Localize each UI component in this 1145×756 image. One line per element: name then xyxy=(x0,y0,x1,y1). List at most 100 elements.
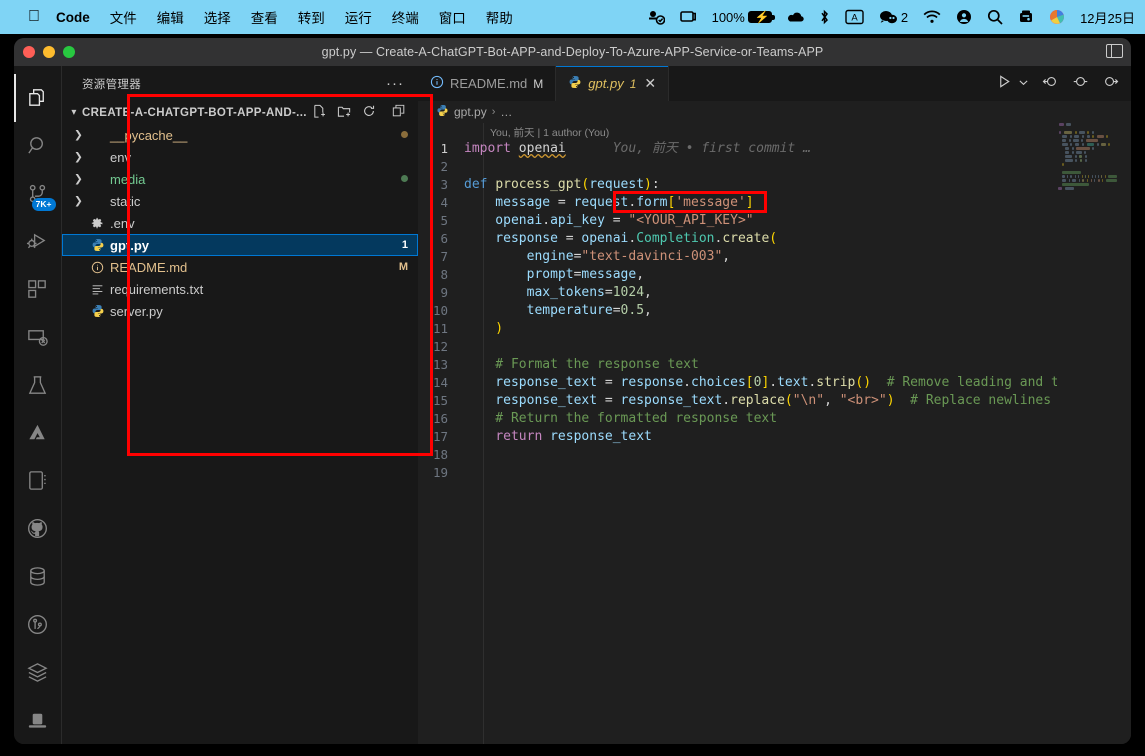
file-tree-item-server-py[interactable]: server.py xyxy=(62,300,418,322)
file-tree-item-env[interactable]: .env xyxy=(62,212,418,234)
maximize-window-button[interactable] xyxy=(63,46,75,58)
menu-item-code[interactable]: Code xyxy=(56,10,90,25)
step-into-icon[interactable] xyxy=(1102,74,1119,94)
code-line[interactable]: 8 prompt=message, xyxy=(418,266,1131,284)
activity-bar-item-source-control[interactable]: 7K+ xyxy=(14,170,62,218)
window-controls[interactable] xyxy=(23,46,75,58)
code-line[interactable]: 1 import openai You, 前天 • first commit … xyxy=(418,140,1131,158)
chevron-down-icon[interactable] xyxy=(1018,75,1029,93)
code-line[interactable]: 3 def process_gpt(request): xyxy=(418,176,1131,194)
file-tree-item-pycache[interactable]: ❯ __pycache__ xyxy=(62,124,418,146)
close-window-button[interactable] xyxy=(23,46,35,58)
code-line[interactable]: 6 response = openai.Completion.create( xyxy=(418,230,1131,248)
minimize-window-button[interactable] xyxy=(43,46,55,58)
activity-bar-item-database[interactable] xyxy=(14,553,62,601)
activity-bar-item-search[interactable] xyxy=(14,122,62,170)
code-text: response_text = response_text.replace("\… xyxy=(464,393,1129,408)
chevron-right-icon[interactable]: ❯ xyxy=(74,173,91,185)
wifi-icon[interactable] xyxy=(923,10,941,24)
play-icon[interactable] xyxy=(997,74,1012,94)
activity-bar-item-explorer[interactable] xyxy=(14,74,62,122)
step-back-icon[interactable] xyxy=(1042,74,1059,94)
minimap-line xyxy=(1057,159,1117,162)
breadcrumb[interactable]: gpt.py › … xyxy=(418,101,1131,123)
file-tree-item-requirements-txt[interactable]: requirements.txt xyxy=(62,278,418,300)
code-line[interactable]: 17 return response_text xyxy=(418,428,1131,446)
menu-item-select[interactable]: 选择 xyxy=(204,7,231,27)
explorer-more-actions-button[interactable]: ··· xyxy=(386,76,410,91)
menu-item-help[interactable]: 帮助 xyxy=(486,7,513,27)
activity-bar-item-github[interactable] xyxy=(14,505,62,553)
breadcrumb-rest[interactable]: … xyxy=(500,105,512,119)
code-editor[interactable]: You, 前天 | 1 author (You) 1 import openai … xyxy=(418,123,1131,744)
code-line[interactable]: 11 ) xyxy=(418,320,1131,338)
menubar-date[interactable]: 12月25日 xyxy=(1080,8,1135,27)
menu-item-edit[interactable]: 编辑 xyxy=(157,7,184,27)
menu-item-view[interactable]: 查看 xyxy=(251,7,278,27)
code-line[interactable]: 12 xyxy=(418,338,1131,356)
code-line[interactable]: 16 # Return the formatted response text xyxy=(418,410,1131,428)
code-line[interactable]: 18 xyxy=(418,446,1131,464)
menu-item-file[interactable]: 文件 xyxy=(110,7,137,27)
refresh-icon[interactable] xyxy=(362,104,376,121)
apple-icon[interactable]:  xyxy=(28,9,40,25)
activity-bar-item-notebook[interactable] xyxy=(14,457,62,505)
file-tree-item-media[interactable]: ❯ media xyxy=(62,168,418,190)
control-center-icon[interactable] xyxy=(648,10,665,25)
code-line[interactable]: 7 engine="text-davinci-003", xyxy=(418,248,1131,266)
code-line[interactable]: 9 max_tokens=1024, xyxy=(418,284,1131,302)
minimap[interactable] xyxy=(1057,123,1117,744)
chevron-right-icon[interactable]: ❯ xyxy=(74,195,91,207)
editor-scrollbar[interactable] xyxy=(1117,123,1131,744)
wechat-icon[interactable]: 2 xyxy=(879,10,908,25)
breadcrumb-file[interactable]: gpt.py xyxy=(454,105,487,119)
code-line[interactable]: 14 response_text = response.choices[0].t… xyxy=(418,374,1131,392)
menu-item-run[interactable]: 运行 xyxy=(345,7,372,27)
menu-item-goto[interactable]: 转到 xyxy=(298,7,325,27)
bluetooth-icon[interactable] xyxy=(819,9,830,25)
activity-bar-item-git-graph[interactable] xyxy=(14,600,62,648)
code-line[interactable]: 5 openai.api_key = "<YOUR_API_KEY>" xyxy=(418,212,1131,230)
input-source-icon[interactable]: A xyxy=(845,9,864,25)
menu-item-terminal[interactable]: 终端 xyxy=(392,7,419,27)
activity-bar-item-remote-desktop[interactable] xyxy=(14,696,62,744)
step-over-icon[interactable] xyxy=(1072,74,1089,94)
code-line[interactable]: 2 xyxy=(418,158,1131,176)
menu-item-window[interactable]: 窗口 xyxy=(439,7,466,27)
activity-bar-item-extensions[interactable] xyxy=(14,265,62,313)
tab-readme-md[interactable]: README.md M xyxy=(418,66,557,101)
code-line[interactable]: 10 temperature=0.5, xyxy=(418,302,1131,320)
activity-bar-item-azure[interactable] xyxy=(14,409,62,457)
workspace-folder-row[interactable]: ▾ CREATE-A-CHATGPT-BOT-APP-AND-... xyxy=(62,101,418,124)
code-lines[interactable]: 1 import openai You, 前天 • first commit … 2… xyxy=(418,140,1131,744)
cloud-icon[interactable] xyxy=(787,10,804,25)
activity-bar-item-layers[interactable] xyxy=(14,648,62,696)
tab-gpt-py[interactable]: gpt.py 1 ✕ xyxy=(556,66,670,101)
code-line[interactable]: 15 response_text = response_text.replace… xyxy=(418,392,1131,410)
file-tree-item-static[interactable]: ❯ static xyxy=(62,190,418,212)
file-tree-item-env[interactable]: ❯ env xyxy=(62,146,418,168)
file-tree-item-gpt-py[interactable]: gpt.py 1 xyxy=(62,234,418,256)
chevron-down-icon[interactable]: ▾ xyxy=(66,107,82,118)
new-folder-icon[interactable] xyxy=(337,104,352,122)
code-line[interactable]: 4 message = request.form['message'] xyxy=(418,194,1131,212)
code-line[interactable]: 13 # Format the response text xyxy=(418,356,1131,374)
close-icon[interactable]: ✕ xyxy=(644,75,656,92)
activity-bar-item-remote-explorer[interactable] xyxy=(14,313,62,361)
editor-layout-icon[interactable] xyxy=(1106,44,1123,58)
collapse-all-icon[interactable] xyxy=(392,104,406,121)
activity-bar-item-testing[interactable] xyxy=(14,361,62,409)
search-icon[interactable] xyxy=(987,9,1003,25)
code-line[interactable]: 19 xyxy=(418,464,1131,482)
battery-status[interactable]: 100% ⚡ xyxy=(712,10,775,25)
display-icon[interactable] xyxy=(679,10,697,24)
minimap-segment xyxy=(1101,175,1103,178)
user-icon[interactable] xyxy=(956,9,972,25)
siri-icon[interactable] xyxy=(1018,9,1034,25)
chevron-right-icon[interactable]: ❯ xyxy=(74,151,91,163)
color-wheel-icon[interactable] xyxy=(1049,9,1065,25)
file-tree-item-readme-md[interactable]: README.md M xyxy=(62,256,418,278)
chevron-right-icon[interactable]: ❯ xyxy=(74,129,91,141)
activity-bar-item-run-and-debug[interactable] xyxy=(14,218,62,266)
new-file-icon[interactable] xyxy=(312,104,327,122)
